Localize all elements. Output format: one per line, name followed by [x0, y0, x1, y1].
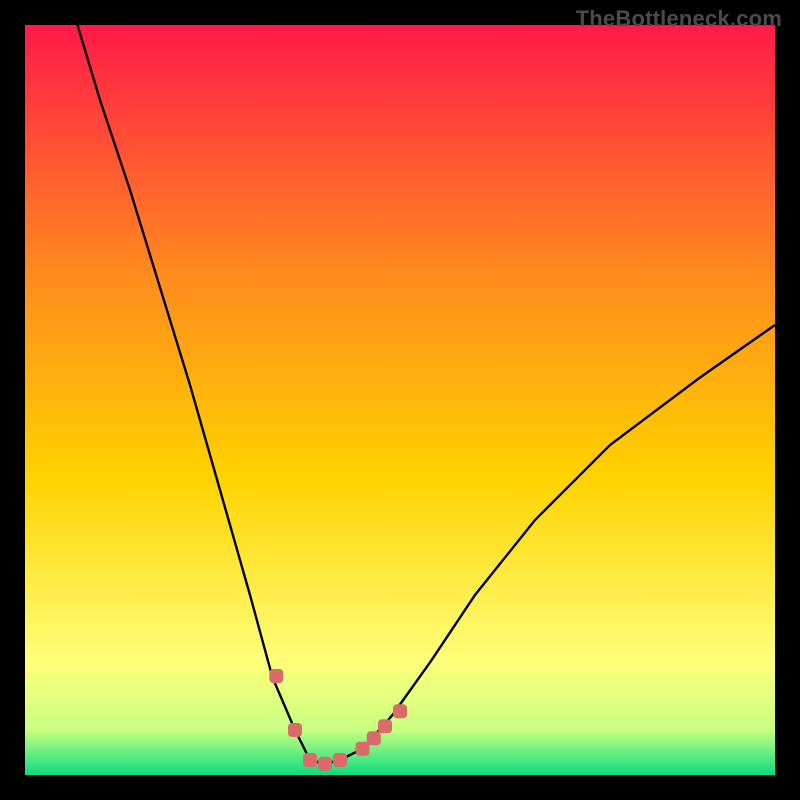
- gradient-bg: [25, 25, 775, 775]
- plot-area: [25, 25, 775, 775]
- minimum-marker: [318, 757, 332, 771]
- minimum-marker: [367, 731, 381, 745]
- bottleneck-chart: [25, 25, 775, 775]
- watermark-text: TheBottleneck.com: [576, 6, 782, 32]
- minimum-marker: [303, 753, 317, 767]
- minimum-marker: [269, 669, 283, 683]
- minimum-marker: [356, 742, 370, 756]
- minimum-marker: [333, 753, 347, 767]
- minimum-marker: [288, 723, 302, 737]
- chart-container: TheBottleneck.com: [0, 0, 800, 800]
- minimum-marker: [378, 719, 392, 733]
- minimum-marker: [393, 704, 407, 718]
